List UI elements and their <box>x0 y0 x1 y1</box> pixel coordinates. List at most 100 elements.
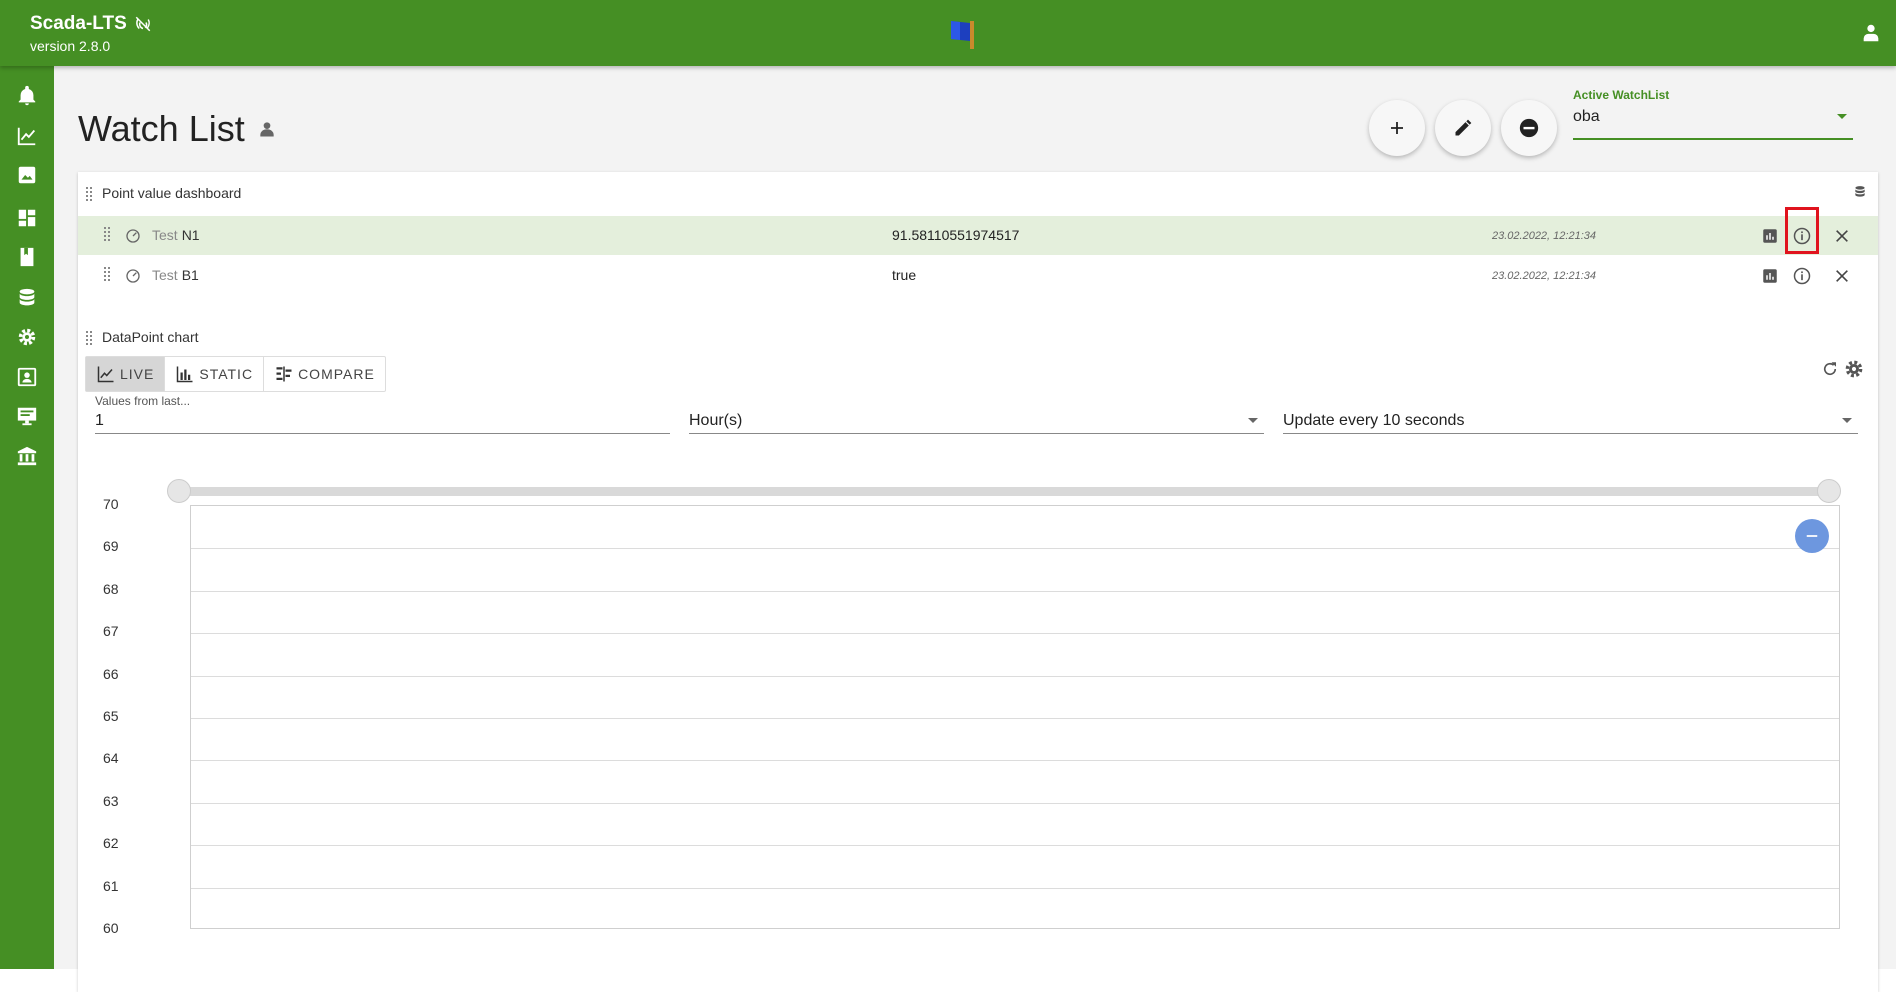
app-name: Scada-LTS <box>30 13 127 34</box>
remove-datapoint-button[interactable] <box>1830 224 1854 248</box>
chart-gridline <box>191 590 1839 592</box>
chart-gridline <box>191 887 1839 889</box>
main-content: Watch List Active WatchList oba Point va… <box>54 66 1896 992</box>
y-tick-label: 62 <box>103 835 119 852</box>
close-icon <box>1836 270 1848 282</box>
highlight-box <box>1785 207 1819 254</box>
y-tick-label: 65 <box>103 708 119 724</box>
y-tick-label: 67 <box>103 623 119 640</box>
scada-flag-logo-icon <box>951 21 974 49</box>
gauge-icon <box>126 269 140 283</box>
point-value-dashboard-title: Point value dashboard <box>102 185 242 201</box>
tab-live[interactable]: LIVE <box>86 357 166 391</box>
bar-chart-icon <box>177 366 193 383</box>
datapoint-timestamp: 23.02.2022, 12:21:34 <box>1492 270 1596 282</box>
info-icon <box>1793 267 1811 285</box>
page-title: Watch List <box>78 108 277 150</box>
contact-card-icon[interactable] <box>13 363 41 391</box>
top-bar: Scada-LTS version 2.8.0 <box>0 0 1896 66</box>
update-interval-value: Update every 10 seconds <box>1283 412 1465 429</box>
remove-datapoint-button[interactable] <box>1830 264 1854 288</box>
y-tick-label: 64 <box>103 750 119 767</box>
database-stack-icon[interactable] <box>1853 184 1867 200</box>
refresh-button[interactable] <box>1819 358 1841 380</box>
drag-handle-icon[interactable] <box>104 267 112 283</box>
drag-handle-icon[interactable] <box>86 187 94 203</box>
chevron-down-icon <box>1837 114 1847 119</box>
values-from-last-label: Values from last... <box>95 394 191 408</box>
active-watchlist-select[interactable]: Active WatchList oba <box>1573 88 1853 140</box>
chart-gridline <box>191 802 1839 804</box>
minus-icon <box>1806 535 1818 537</box>
datapoint-row[interactable]: Test N1 91.58110551974517 23.02.2022, 12:… <box>78 207 1878 255</box>
database-icon[interactable] <box>13 284 41 312</box>
tab-compare[interactable]: COMPARE <box>264 357 385 391</box>
y-tick-label: 66 <box>103 665 119 682</box>
datapoint-value: 91.58110551974517 <box>892 227 1020 243</box>
chevron-down-icon <box>1248 418 1258 423</box>
alarms-bell-icon[interactable] <box>13 82 41 110</box>
range-end-handle[interactable] <box>1817 479 1841 503</box>
chart-toggle-button[interactable] <box>1758 264 1782 288</box>
bar-chart-icon <box>1763 269 1777 283</box>
chart-gridline <box>191 548 1839 550</box>
chart-settings-button[interactable] <box>1843 358 1865 380</box>
y-tick-label: 61 <box>103 877 119 894</box>
person-icon <box>260 122 274 137</box>
range-start-handle[interactable] <box>167 479 191 503</box>
chart-toggle-button[interactable] <box>1758 224 1782 248</box>
values-from-last-input[interactable]: Values from last... 1 <box>95 394 670 434</box>
brand: Scada-LTS version 2.8.0 <box>30 13 153 54</box>
y-tick-label: 69 <box>103 538 119 555</box>
datapoint-name: Test N1 <box>152 227 200 243</box>
settings-gear-icon <box>1845 360 1863 378</box>
zoom-out-button[interactable] <box>1795 519 1829 553</box>
datapoint-chart-title: DataPoint chart <box>102 329 199 345</box>
update-interval-select[interactable]: Update every 10 seconds <box>1283 398 1858 434</box>
line-chart-icon <box>97 366 114 383</box>
chart-mode-tabs: LIVE STATIC COMPARE <box>85 356 386 392</box>
edit-watchlist-button[interactable] <box>1435 100 1491 156</box>
refresh-icon <box>1823 362 1837 376</box>
y-tick-label: 68 <box>103 580 119 597</box>
drag-handle-icon[interactable] <box>104 227 112 243</box>
active-watchlist-value: oba <box>1573 108 1600 125</box>
datapoint-timestamp: 23.02.2022, 12:21:34 <box>1492 230 1596 242</box>
watchlist-card: Point value dashboard Test N1 91.58110551… <box>78 172 1878 992</box>
dashboard-icon[interactable] <box>13 204 41 232</box>
image-icon[interactable] <box>13 161 41 189</box>
minus-circle-icon <box>1519 118 1539 138</box>
chart-plot-area <box>190 505 1840 929</box>
datapoint-row[interactable]: Test B1 true 23.02.2022, 12:21:34 <box>78 256 1878 295</box>
y-tick-label: 63 <box>103 792 119 809</box>
datapoint-value: true <box>892 267 917 283</box>
drag-handle-icon[interactable] <box>86 331 94 347</box>
y-tick-label: 70 <box>103 496 119 512</box>
datapoint-name: Test B1 <box>152 267 199 283</box>
compare-icon <box>276 366 292 382</box>
monitor-icon[interactable] <box>13 402 41 430</box>
chart-gridline <box>191 845 1839 847</box>
bar-chart-icon <box>1763 229 1777 243</box>
user-account-icon[interactable] <box>1860 22 1882 44</box>
institution-icon[interactable] <box>13 442 41 470</box>
chart-range-scrollbar[interactable] <box>179 487 1829 496</box>
add-watchlist-button[interactable] <box>1369 100 1425 156</box>
datapoint-info-button[interactable] <box>1790 264 1814 288</box>
sidebar <box>0 66 54 969</box>
chart-gridline <box>191 675 1839 677</box>
settings-gear-icon[interactable] <box>13 323 41 351</box>
book-icon[interactable] <box>13 243 41 271</box>
chart-gridline <box>191 718 1839 719</box>
trend-chart-icon[interactable] <box>13 122 41 150</box>
active-watchlist-label: Active WatchList <box>1573 88 1670 102</box>
chart-gridline <box>191 633 1839 635</box>
close-icon <box>1836 230 1848 242</box>
tab-static[interactable]: STATIC <box>165 357 265 391</box>
plus-icon <box>1391 122 1403 134</box>
period-unit-value: Hour(s) <box>689 412 743 429</box>
period-unit-select[interactable]: Hour(s) <box>689 398 1264 434</box>
no-connection-icon <box>135 16 151 32</box>
delete-watchlist-button[interactable] <box>1501 100 1557 156</box>
y-tick-label: 60 <box>103 920 119 936</box>
